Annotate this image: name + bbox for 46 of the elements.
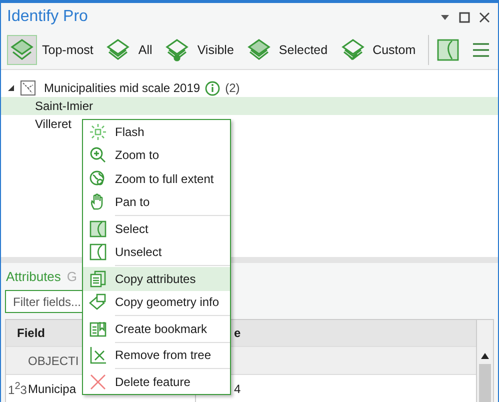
window-title: Identify Pro	[7, 8, 88, 26]
menu-item[interactable]: Flash	[83, 120, 230, 144]
expand-icon[interactable]	[7, 84, 15, 92]
menu-item[interactable]: Unselect	[83, 240, 230, 264]
menu-item[interactable]: Remove from tree	[83, 344, 230, 367]
filter-mode-button[interactable]: Top-most	[7, 34, 98, 66]
unselect-icon	[89, 243, 107, 262]
menu-item[interactable]: Create bookmark	[83, 317, 230, 340]
menu-item[interactable]: Zoom to full extent	[83, 167, 230, 190]
menu-item[interactable]: Zoom to	[83, 144, 230, 167]
info-icon[interactable]	[205, 80, 220, 96]
feature-item[interactable]: Villeret	[1, 115, 76, 133]
remove-icon	[89, 346, 107, 364]
filter-mode-button[interactable]: All	[103, 34, 156, 66]
zoom-in-icon	[89, 146, 107, 164]
polygon-layer-icon	[20, 80, 36, 96]
menu-item[interactable]: Delete feature	[83, 370, 230, 394]
layer-name[interactable]: Municipalities mid scale 2019	[44, 81, 200, 95]
close-icon[interactable]	[479, 12, 490, 22]
menu-item[interactable]: Pan to	[83, 190, 230, 214]
menu-item[interactable]: Copy attributes	[83, 267, 230, 290]
bookmark-icon	[89, 320, 107, 338]
dropdown-icon[interactable]	[440, 13, 450, 21]
maximize-icon[interactable]	[459, 12, 470, 22]
flash-icon	[89, 122, 107, 141]
filter-mode-button[interactable]: Visible	[162, 34, 238, 66]
feature-count: (2)	[225, 81, 240, 95]
field-name: Municipa	[28, 382, 76, 396]
delete-icon	[89, 372, 107, 391]
numeric-type-label: 1$^{2}$3	[8, 382, 27, 396]
filter-mode-button[interactable]: Custom	[338, 34, 420, 66]
field-name: OBJECTI	[28, 354, 79, 368]
filter-mode-button[interactable]: Selected	[244, 34, 332, 66]
menu-item[interactable]: Select	[83, 217, 230, 240]
diamond-icon	[89, 293, 107, 312]
scrollbar[interactable]	[476, 320, 493, 402]
select-icon	[89, 220, 107, 238]
scroll-up-icon[interactable]	[480, 352, 490, 360]
feature-item[interactable]: Saint-Imier	[1, 97, 498, 115]
globe-zoom-icon	[89, 170, 107, 188]
menu-icon[interactable]	[472, 42, 490, 58]
menu-item[interactable]: Copy geometry info	[83, 290, 230, 314]
map-select-icon[interactable]	[436, 39, 459, 61]
layers-icon	[8, 37, 36, 63]
copy-icon	[89, 270, 107, 288]
field-value: 4	[234, 382, 241, 396]
